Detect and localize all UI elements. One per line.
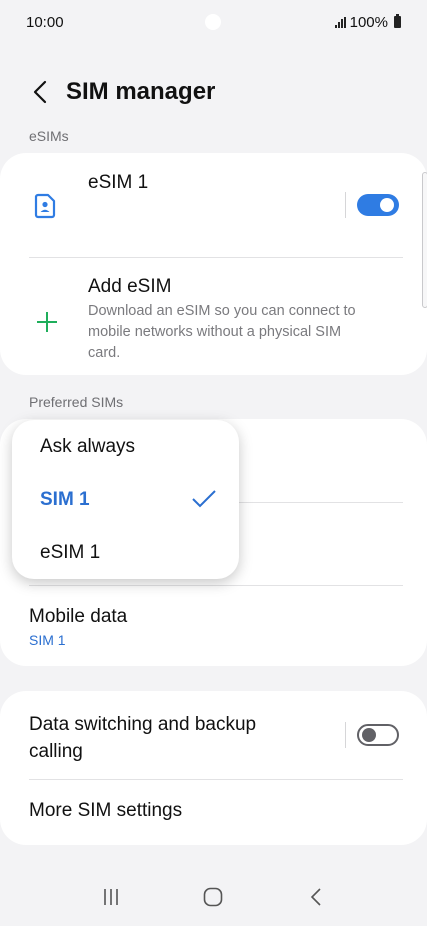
toggle-separator	[345, 192, 346, 218]
add-esim-description: Download an eSIM so you can connect to m…	[88, 301, 356, 364]
dropdown-option-esim-1[interactable]: eSIM 1	[40, 542, 100, 564]
esims-card: eSIM 1 Add eSIM Download an eSIM so you …	[0, 153, 427, 375]
add-esim-title: Add eSIM	[88, 276, 172, 297]
scrollbar[interactable]	[422, 172, 427, 308]
nav-back-button[interactable]	[296, 877, 336, 917]
esim-name: eSIM 1	[88, 172, 149, 193]
system-nav-bar	[0, 868, 427, 926]
toggle-knob	[380, 198, 394, 212]
checkmark-icon	[192, 490, 216, 508]
recents-button[interactable]	[91, 877, 131, 917]
data-switching-title: Data switching and backup calling	[29, 711, 256, 765]
dropdown-option-sim-1[interactable]: SIM 1	[40, 489, 90, 511]
page-title: SIM manager	[66, 78, 216, 105]
nav-back-icon	[310, 888, 321, 906]
esim-toggle[interactable]	[357, 194, 399, 216]
back-button[interactable]	[20, 72, 60, 112]
signal-icon	[334, 16, 346, 28]
camera-cutout	[205, 14, 221, 30]
mobile-data-row[interactable]: Mobile data SIM 1	[0, 586, 427, 666]
toggle-knob	[362, 728, 376, 742]
description-line: mobile networks without a physical SIM	[88, 324, 342, 340]
status-indicators: 100%	[334, 13, 401, 31]
preferred-sim-dropdown: Ask always SIM 1 eSIM 1	[12, 420, 239, 579]
status-time: 10:00	[26, 13, 64, 31]
add-esim-row[interactable]: Add eSIM Download an eSIM so you can con…	[0, 258, 427, 375]
mobile-data-title: Mobile data	[29, 606, 128, 627]
app-header: SIM manager	[0, 70, 427, 114]
mobile-data-value: SIM 1	[29, 632, 66, 648]
description-line: Download an eSIM so you can connect to	[88, 303, 356, 319]
home-icon	[204, 887, 223, 907]
back-arrow-icon	[33, 80, 47, 104]
data-switching-toggle[interactable]	[357, 724, 399, 746]
section-label-esims: eSIMs	[29, 128, 69, 144]
sim-settings-card: Data switching and backup calling More S…	[0, 691, 427, 845]
description-line: card.	[88, 345, 121, 361]
home-button[interactable]	[193, 877, 233, 917]
dropdown-option-ask-always[interactable]: Ask always	[40, 436, 135, 458]
battery-percent: 100%	[349, 13, 388, 31]
plus-icon	[37, 312, 57, 332]
battery-icon	[394, 14, 401, 28]
recents-icon	[104, 889, 118, 905]
section-label-preferred: Preferred SIMs	[29, 394, 124, 410]
more-sim-settings-title: More SIM settings	[29, 800, 183, 821]
toggle-separator	[345, 722, 346, 748]
title-line: Data switching and backup	[29, 714, 257, 735]
data-switching-row[interactable]: Data switching and backup calling	[0, 691, 427, 779]
title-line: calling	[29, 741, 83, 762]
esim-row[interactable]: eSIM 1	[0, 153, 427, 257]
more-sim-settings-row[interactable]: More SIM settings	[0, 780, 427, 845]
sim-card-icon	[34, 193, 56, 219]
